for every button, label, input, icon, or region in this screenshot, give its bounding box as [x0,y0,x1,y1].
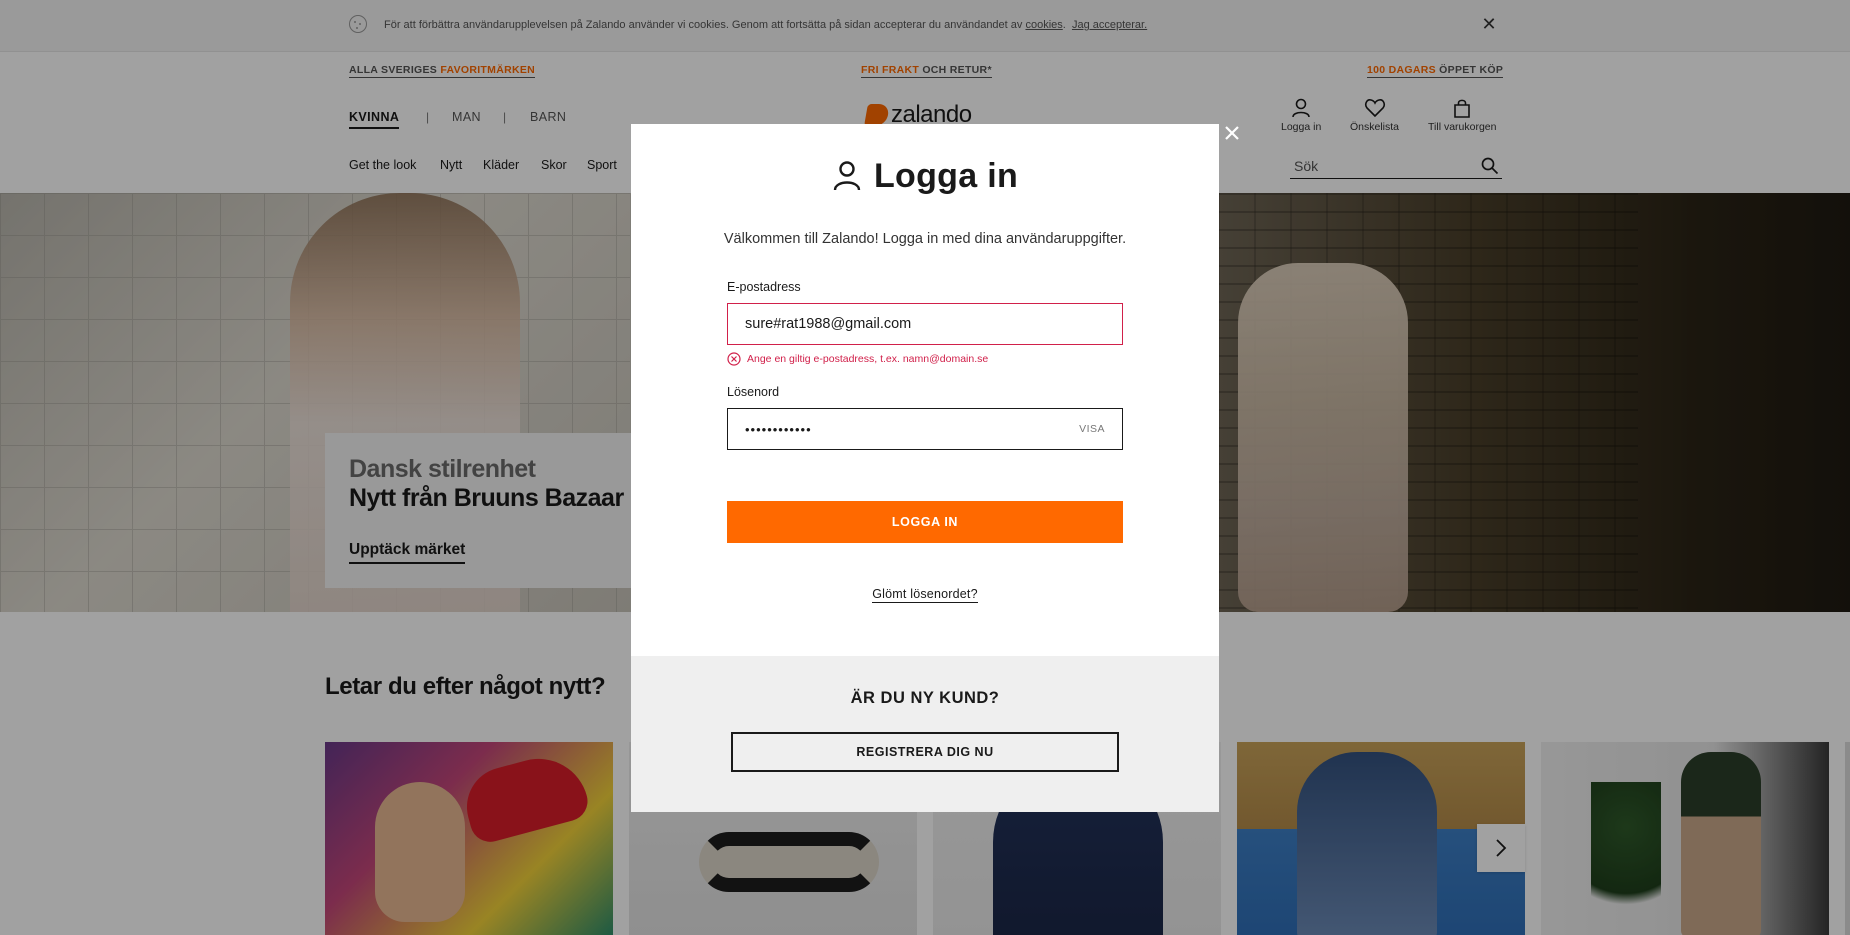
email-field-wrapper [727,303,1123,345]
welcome-text: Välkommen till Zalando! Logga in med din… [723,231,1127,247]
password-label: Lösenord [727,385,780,399]
email-label: E-postadress [727,280,801,294]
register-button[interactable]: REGISTRERA DIG NU [731,732,1119,772]
modal-close-button[interactable] [1219,120,1245,146]
modal-title: Logga in [873,156,1019,195]
forgot-password-link[interactable]: Glömt lösenordet? [872,587,978,603]
new-customer-title: ÄR DU NY KUND? [850,689,1000,707]
login-button[interactable]: LOGGA IN [727,501,1123,543]
email-error-text: Ange en giltig e-postadress, t.ex. namn@… [747,353,989,365]
email-field[interactable] [728,304,1122,344]
email-error: Ange en giltig e-postadress, t.ex. namn@… [727,351,988,367]
password-field-wrapper: VISA [727,408,1123,450]
error-icon [727,352,741,366]
show-password-toggle[interactable]: VISA [1079,423,1105,435]
forgot-password-row: Glömt lösenordet? [631,585,1219,603]
close-icon [1225,126,1239,140]
new-customer-section: ÄR DU NY KUND? REGISTRERA DIG NU [631,656,1219,812]
password-field[interactable] [728,409,1048,449]
login-modal: Logga in Välkommen till Zalando! Logga i… [631,124,1219,812]
modal-header: Logga in [631,154,1219,198]
user-icon [833,161,861,191]
